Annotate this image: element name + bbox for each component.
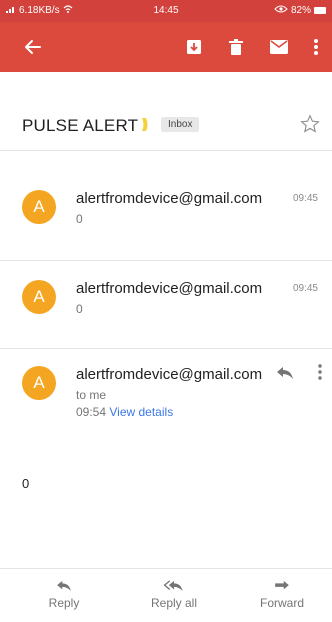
sender-avatar: A: [22, 280, 56, 314]
divider: [0, 568, 332, 569]
mail-icon[interactable]: [264, 22, 294, 72]
inbox-label-chip[interactable]: Inbox: [161, 117, 200, 132]
forward-label: Forward: [259, 596, 304, 610]
eye-icon: [274, 5, 288, 16]
reply-all-icon: [163, 580, 183, 592]
message-snippet: 0: [76, 212, 83, 226]
sender-name: alertfromdevice@gmail.com: [76, 190, 263, 207]
thread-header: PULSE ALERT Inbox: [0, 102, 332, 142]
thread-subject: PULSE ALERT: [22, 116, 139, 135]
archive-icon[interactable]: [180, 22, 208, 72]
toolbar: [0, 22, 332, 72]
message-time: 09:54: [76, 405, 107, 419]
status-bar: 6.18KB/s 14:45 82%: [0, 0, 332, 22]
view-details-link[interactable]: View details: [109, 405, 173, 419]
status-right: 82%: [274, 5, 326, 16]
sender-name: alertfromdevice@gmail.com: [76, 366, 263, 383]
message-body: 0: [22, 476, 30, 491]
reply-label: Reply: [48, 596, 80, 610]
message-time: 09:45: [292, 283, 318, 294]
bottom-action-bar: Reply Reply all Forward: [0, 570, 332, 622]
battery-icon: [314, 7, 326, 14]
sender-name: alertfromdevice@gmail.com: [76, 280, 263, 297]
importance-marker-icon[interactable]: [141, 117, 149, 132]
sender-avatar: A: [22, 366, 56, 400]
back-arrow-icon[interactable]: [18, 22, 48, 72]
collapsed-message-2[interactable]: A alertfromdevice@gmail.com 0 09:45: [0, 260, 332, 348]
forward-icon: [275, 580, 289, 590]
reply-all-button[interactable]: Reply all: [124, 580, 224, 610]
sender-avatar: A: [22, 190, 56, 224]
battery-level: 82%: [290, 5, 311, 16]
star-icon[interactable]: [300, 114, 320, 134]
reply-all-label: Reply all: [150, 596, 198, 610]
message-snippet: 0: [76, 302, 83, 316]
reply-icon: [57, 580, 71, 592]
more-vert-icon[interactable]: [306, 22, 326, 72]
message-more-icon[interactable]: [318, 364, 322, 380]
message-time: 09:45: [292, 193, 318, 204]
forward-button[interactable]: Forward: [232, 580, 332, 610]
open-message: A alertfromdevice@gmail.com to me 09:54 …: [0, 348, 332, 468]
reply-icon[interactable]: [276, 366, 294, 380]
trash-icon[interactable]: [222, 22, 250, 72]
recipient-line: to me: [76, 388, 107, 402]
reply-button[interactable]: Reply: [14, 580, 114, 610]
collapsed-message-1[interactable]: A alertfromdevice@gmail.com 0 09:45: [0, 150, 332, 260]
message-meta-line: 09:54 View details: [76, 405, 173, 419]
